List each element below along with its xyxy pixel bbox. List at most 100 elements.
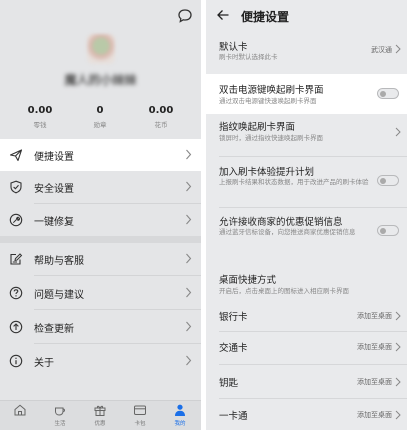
divider xyxy=(219,207,407,208)
divider xyxy=(34,343,201,344)
menu-item-label: 便捷设置 xyxy=(34,152,74,163)
setting-fingerprint[interactable]: 指纹唤起刷卡界面 锁屏时，通过指纹快速唤起刷卡界面 xyxy=(206,114,407,152)
shortcut-label: 一卡通 xyxy=(219,411,248,422)
divider xyxy=(219,331,407,332)
paper-plane-icon xyxy=(9,149,23,162)
bottom-tab-bar: 生活 优惠 卡包 我的 xyxy=(0,400,201,430)
chevron-right-icon xyxy=(395,377,401,387)
menu-item-feedback[interactable]: 问题与建议 xyxy=(0,277,201,309)
setting-title: 指纹唤起刷卡界面 xyxy=(219,122,296,133)
chevron-right-icon xyxy=(186,287,192,298)
home-icon xyxy=(14,404,26,416)
chevron-right-icon xyxy=(186,321,192,332)
me-screen: 魔人的小妹妹 0.00 零钱 0 勋章 0.00 花币 便捷设置 安全设置 一键… xyxy=(0,0,201,430)
tab-label: 我的 xyxy=(174,421,186,427)
setting-title: 默认卡 xyxy=(219,42,248,53)
edit-note-icon xyxy=(10,253,23,265)
tab-label: 优惠 xyxy=(94,421,106,427)
setting-desc: 锁屏时，通过指纹快速唤起刷卡界面 xyxy=(219,134,323,142)
setting-value: 武汉通 xyxy=(371,46,392,54)
shortcut-item-key[interactable]: 钥匙 添加至桌面 xyxy=(206,366,407,394)
chevron-right-icon xyxy=(395,44,401,54)
menu-item-update[interactable]: 检查更新 xyxy=(0,311,201,343)
menu-item-about[interactable]: 关于 xyxy=(0,345,201,377)
cup-icon xyxy=(55,407,65,416)
chevron-right-icon xyxy=(395,342,401,352)
setting-desc: 通过双击电源键快速唤起刷卡界面 xyxy=(219,97,317,105)
shortcut-label: 交通卡 xyxy=(219,343,248,354)
toggle-switch[interactable] xyxy=(377,88,399,99)
chevron-right-icon xyxy=(186,253,192,264)
toggle-switch[interactable] xyxy=(377,225,399,236)
divider xyxy=(219,156,407,157)
shortcut-item-transit-card[interactable]: 交通卡 添加至桌面 xyxy=(206,333,407,361)
section-desc: 开启后，点击桌面上的图标进入相应刷卡界面 xyxy=(219,287,349,295)
setting-experience-plan[interactable]: 加入刷卡体验提升计划 上报刷卡结果和状态数据，用于改进产品的刷卡体验 xyxy=(206,160,407,204)
menu-item-label: 安全设置 xyxy=(34,184,74,195)
divider xyxy=(219,364,407,365)
chevron-right-icon xyxy=(395,410,401,420)
add-to-desktop-link[interactable]: 添加至桌面 xyxy=(357,311,392,321)
setting-desc: 通过蓝牙信标设备，向您推送商家优惠促销信息 xyxy=(219,228,356,236)
divider xyxy=(34,275,201,276)
setting-desc: 刷卡时默认选择此卡 xyxy=(219,53,278,61)
setting-desc: 上报刷卡结果和状态数据，用于改进产品的刷卡体验 xyxy=(219,178,369,186)
add-to-desktop-link[interactable]: 添加至桌面 xyxy=(357,342,392,352)
menu-item-label: 关于 xyxy=(34,358,54,369)
chevron-right-icon xyxy=(186,181,192,192)
tab-label: 卡包 xyxy=(134,421,146,427)
menu-item-quick-settings[interactable]: 便捷设置 xyxy=(0,139,201,171)
stat-label: 勋章 xyxy=(93,121,107,129)
stat-coin[interactable]: 0.00 花币 xyxy=(131,105,191,129)
stat-label: 零钱 xyxy=(33,121,47,129)
upload-arrow-icon xyxy=(9,320,23,334)
top-bar: 便捷设置 xyxy=(206,0,407,30)
stat-change[interactable]: 0.00 零钱 xyxy=(10,105,70,129)
message-icon[interactable] xyxy=(177,8,193,24)
menu-item-label: 问题与建议 xyxy=(34,290,84,301)
chevron-right-icon xyxy=(186,149,192,160)
shield-check-icon xyxy=(10,180,22,194)
menu-item-security[interactable]: 安全设置 xyxy=(0,171,201,203)
back-arrow-icon[interactable] xyxy=(216,8,230,22)
stats-row: 0.00 零钱 0 勋章 0.00 花币 xyxy=(0,105,201,135)
setting-double-click-power[interactable]: 双击电源键唤起刷卡界面 通过双击电源键快速唤起刷卡界面 xyxy=(206,74,407,114)
group-separator xyxy=(0,236,201,243)
setting-title: 允许接收商家的优惠促销信息 xyxy=(219,217,343,228)
tab-me[interactable]: 我的 xyxy=(160,403,200,427)
stat-value: 0.00 xyxy=(148,105,174,116)
menu-item-help[interactable]: 帮助与客服 xyxy=(0,243,201,275)
tab-offers[interactable]: 优惠 xyxy=(80,403,120,427)
shortcut-item-bank-card[interactable]: 银行卡 添加至桌面 xyxy=(206,302,407,330)
shortcut-label: 银行卡 xyxy=(219,312,248,323)
menu-item-repair[interactable]: 一键修复 xyxy=(0,204,201,236)
tab-life[interactable]: 生活 xyxy=(40,403,80,427)
info-icon xyxy=(9,354,23,368)
tab-card-wallet[interactable]: 卡包 xyxy=(120,403,160,427)
page-title: 便捷设置 xyxy=(241,10,290,24)
setting-title: 双击电源键唤起刷卡界面 xyxy=(219,85,324,96)
chevron-right-icon xyxy=(395,311,401,321)
divider xyxy=(34,309,201,310)
setting-promo-messages[interactable]: 允许接收商家的优惠促销信息 通过蓝牙信标设备，向您推送商家优惠促销信息 xyxy=(206,210,407,254)
add-to-desktop-link[interactable]: 添加至桌面 xyxy=(357,410,392,420)
chevron-right-icon xyxy=(395,127,401,137)
shortcut-label: 钥匙 xyxy=(219,378,239,389)
avatar[interactable] xyxy=(87,34,115,64)
gift-icon xyxy=(94,405,106,416)
shortcut-item-campus-card[interactable]: 一卡通 添加至桌面 xyxy=(206,400,407,430)
card-icon xyxy=(134,405,146,415)
stat-label: 花币 xyxy=(154,121,168,129)
tab-label: 生活 xyxy=(54,421,66,427)
setting-title: 加入刷卡体验提升计划 xyxy=(219,167,315,178)
toggle-switch[interactable] xyxy=(377,175,399,186)
add-to-desktop-link[interactable]: 添加至桌面 xyxy=(357,377,392,387)
username: 魔人的小妹妹 xyxy=(64,73,137,87)
question-icon xyxy=(9,286,23,300)
tab-home[interactable] xyxy=(0,403,40,419)
stat-medal[interactable]: 0 勋章 xyxy=(70,105,130,129)
section-title: 桌面快捷方式 xyxy=(219,275,277,286)
section-desc-row: 开启后，点击桌面上的图标进入相应刷卡界面 xyxy=(206,286,407,300)
menu-item-label: 一键修复 xyxy=(34,217,74,228)
setting-default-card[interactable]: 默认卡 刷卡时默认选择此卡 武汉通 xyxy=(206,34,407,70)
